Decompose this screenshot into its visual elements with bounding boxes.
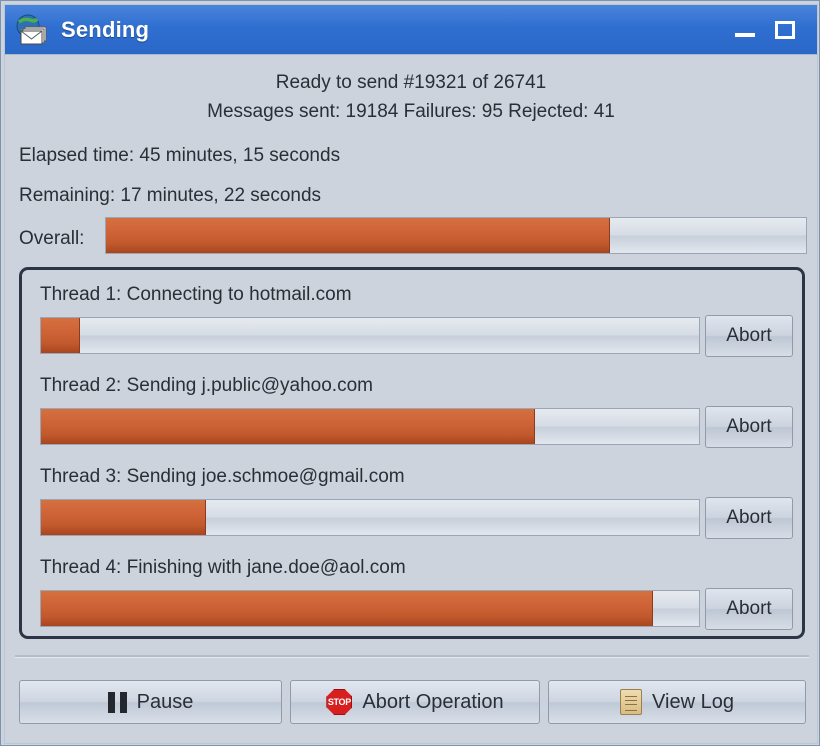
thread-abort-button[interactable]: Abort xyxy=(705,315,793,357)
overall-progress-fill xyxy=(106,218,610,253)
remaining-time-label: Remaining: 17 minutes, 22 seconds xyxy=(19,185,322,206)
window-title: Sending xyxy=(61,16,150,42)
thread-label: Thread 3: Sending joe.schmoe@gmail.com xyxy=(40,466,405,487)
thread-progress-fill xyxy=(41,409,535,444)
client-area: Ready to send #19321 of 26741 Messages s… xyxy=(4,54,818,744)
title-bar: Sending xyxy=(4,4,818,54)
elapsed-time-label: Elapsed time: 45 minutes, 15 seconds xyxy=(19,145,341,166)
thread-progress-bar xyxy=(40,499,700,536)
maximize-button[interactable] xyxy=(775,20,795,39)
abort-operation-button[interactable]: STOP Abort Operation xyxy=(290,680,540,724)
mail-globe-icon xyxy=(15,14,49,46)
window-controls xyxy=(735,20,795,39)
pause-icon xyxy=(107,691,127,713)
scroll-document-icon xyxy=(620,689,643,715)
minimize-icon xyxy=(735,32,755,37)
thread-label: Thread 4: Finishing with jane.doe@aol.co… xyxy=(40,557,406,578)
pause-button-label: Pause xyxy=(136,690,194,713)
status-line-primary: Ready to send #19321 of 26741 xyxy=(275,72,547,93)
minimize-button[interactable] xyxy=(735,23,755,37)
thread-progress-fill xyxy=(41,500,206,535)
thread-abort-button[interactable]: Abort xyxy=(705,588,793,630)
abort-operation-label: Abort Operation xyxy=(362,690,504,713)
footer-separator xyxy=(15,655,809,658)
thread-label: Thread 1: Connecting to hotmail.com xyxy=(40,284,352,305)
view-log-button[interactable]: View Log xyxy=(548,680,806,724)
overall-progress-bar xyxy=(105,217,807,254)
sending-progress-window: Sending Ready to send #19321 of 26741 Me… xyxy=(0,0,820,746)
thread-label: Thread 2: Sending j.public@yahoo.com xyxy=(40,375,373,396)
maximize-icon xyxy=(775,20,795,39)
view-log-label: View Log xyxy=(652,690,734,713)
thread-abort-button[interactable]: Abort xyxy=(705,406,793,448)
thread-progress-bar xyxy=(40,317,700,354)
thread-progress-fill xyxy=(41,591,653,626)
thread-progress-bar xyxy=(40,408,700,445)
status-line-counters: Messages sent: 19184 Failures: 95 Reject… xyxy=(207,101,615,122)
pause-button[interactable]: Pause xyxy=(19,680,282,724)
thread-abort-button[interactable]: Abort xyxy=(705,497,793,539)
overall-label: Overall: xyxy=(19,228,85,249)
thread-progress-bar xyxy=(40,590,700,627)
threads-group-box: Thread 1: Connecting to hotmail.com Abor… xyxy=(19,267,805,639)
thread-progress-fill xyxy=(41,318,81,353)
stop-sign-icon: STOP xyxy=(326,689,353,715)
